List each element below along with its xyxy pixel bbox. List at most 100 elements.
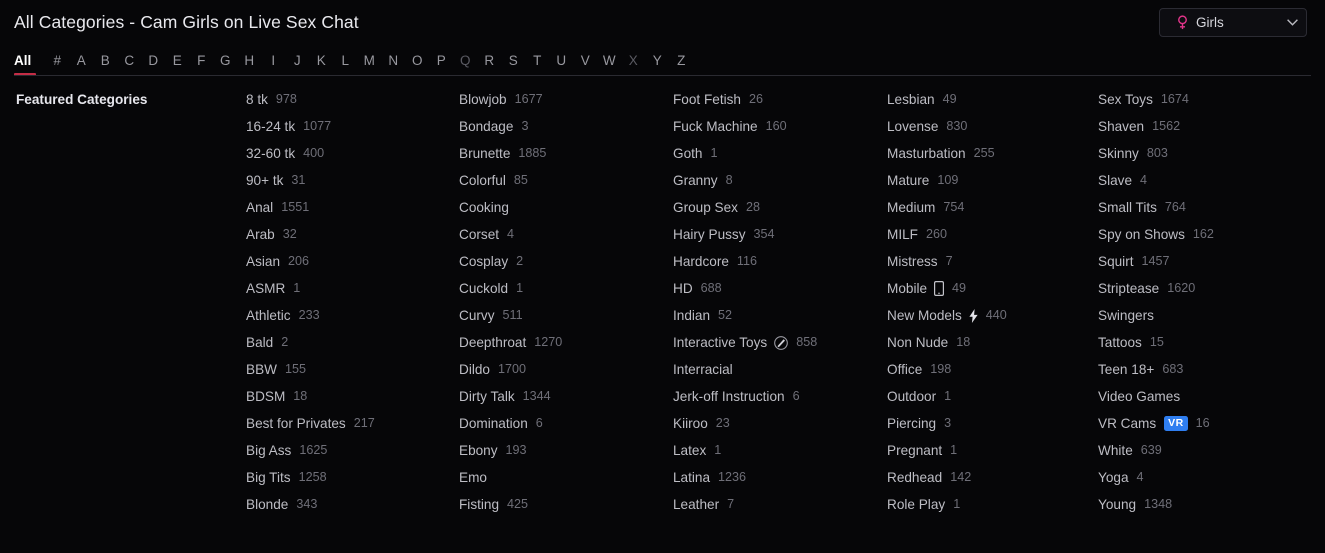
category-item[interactable]: Cuckold 1	[459, 275, 673, 302]
alphabet-nav-item-t[interactable]: T	[525, 51, 549, 71]
category-item[interactable]: Indian 52	[673, 302, 887, 329]
category-item[interactable]: Mobile 49	[887, 275, 1098, 302]
category-item[interactable]: Dildo 1700	[459, 356, 673, 383]
category-item[interactable]: Group Sex 28	[673, 194, 887, 221]
category-item[interactable]: Big Tits 1258	[246, 464, 459, 491]
category-item[interactable]: Sex Toys 1674	[1098, 86, 1311, 113]
category-item[interactable]: Piercing 3	[887, 410, 1098, 437]
category-item[interactable]: Hairy Pussy 354	[673, 221, 887, 248]
category-item[interactable]: White 639	[1098, 437, 1311, 464]
alphabet-nav-item-g[interactable]: G	[213, 51, 237, 71]
alphabet-nav-item-b[interactable]: B	[93, 51, 117, 71]
category-item[interactable]: Role Play 1	[887, 491, 1098, 518]
chevron-down-icon[interactable]	[1287, 18, 1298, 26]
category-item[interactable]: Tattoos 15	[1098, 329, 1311, 356]
category-item[interactable]: Bald 2	[246, 329, 459, 356]
alphabet-nav-item-v[interactable]: V	[573, 51, 597, 71]
category-item[interactable]: BDSM 18	[246, 383, 459, 410]
category-item[interactable]: Granny 8	[673, 167, 887, 194]
category-item[interactable]: Leather 7	[673, 491, 887, 518]
category-item[interactable]: Small Tits 764	[1098, 194, 1311, 221]
category-item[interactable]: Interactive Toys 858	[673, 329, 887, 356]
alphabet-nav-item-w[interactable]: W	[597, 51, 621, 71]
category-item[interactable]: Striptease 1620	[1098, 275, 1311, 302]
category-item[interactable]: Shaven 1562	[1098, 113, 1311, 140]
alphabet-nav-item-y[interactable]: Y	[645, 51, 669, 71]
category-item[interactable]: MILF 260	[887, 221, 1098, 248]
alphabet-nav-item-c[interactable]: C	[117, 51, 141, 71]
alphabet-nav-item-k[interactable]: K	[309, 51, 333, 71]
category-item[interactable]: 8 tk 978	[246, 86, 459, 113]
category-item[interactable]: Medium 754	[887, 194, 1098, 221]
category-item[interactable]: Swingers	[1098, 302, 1311, 329]
category-item[interactable]: Jerk-off Instruction 6	[673, 383, 887, 410]
category-item[interactable]: Anal 1551	[246, 194, 459, 221]
category-item[interactable]: HD 688	[673, 275, 887, 302]
alphabet-nav-item-n[interactable]: N	[381, 51, 405, 71]
category-item[interactable]: Yoga 4	[1098, 464, 1311, 491]
category-item[interactable]: Cooking	[459, 194, 673, 221]
alphabet-nav-item-o[interactable]: O	[405, 51, 429, 71]
category-item[interactable]: Ebony 193	[459, 437, 673, 464]
category-item[interactable]: VR Cams VR 16	[1098, 410, 1311, 437]
category-item[interactable]: Mistress 7	[887, 248, 1098, 275]
category-item[interactable]: 32-60 tk 400	[246, 140, 459, 167]
alphabet-nav-item-m[interactable]: M	[357, 51, 381, 71]
gender-select-dropdown[interactable]: Girls	[1159, 7, 1307, 37]
alphabet-nav-item-p[interactable]: P	[429, 51, 453, 71]
alphabet-nav-item-u[interactable]: U	[549, 51, 573, 71]
category-item[interactable]: Office 198	[887, 356, 1098, 383]
category-item[interactable]: Slave 4	[1098, 167, 1311, 194]
category-item[interactable]: BBW 155	[246, 356, 459, 383]
category-item[interactable]: Outdoor 1	[887, 383, 1098, 410]
category-item[interactable]: Squirt 1457	[1098, 248, 1311, 275]
category-item[interactable]: Masturbation 255	[887, 140, 1098, 167]
category-item[interactable]: Athletic 233	[246, 302, 459, 329]
category-item[interactable]: Video Games	[1098, 383, 1311, 410]
category-item[interactable]: Foot Fetish 26	[673, 86, 887, 113]
category-item[interactable]: 90+ tk 31	[246, 167, 459, 194]
category-item[interactable]: Domination 6	[459, 410, 673, 437]
category-item[interactable]: Redhead 142	[887, 464, 1098, 491]
category-item[interactable]: Non Nude 18	[887, 329, 1098, 356]
alphabet-nav-item-a[interactable]: A	[69, 51, 93, 71]
category-item[interactable]: Interracial	[673, 356, 887, 383]
category-item[interactable]: Deepthroat 1270	[459, 329, 673, 356]
category-item[interactable]: Fisting 425	[459, 491, 673, 518]
category-item[interactable]: Lesbian 49	[887, 86, 1098, 113]
category-item[interactable]: Bondage 3	[459, 113, 673, 140]
category-item[interactable]: Best for Privates 217	[246, 410, 459, 437]
category-item[interactable]: Kiiroo 23	[673, 410, 887, 437]
alphabet-nav-item-hash[interactable]: #	[45, 51, 69, 71]
category-item[interactable]: Dirty Talk 1344	[459, 383, 673, 410]
category-item[interactable]: Big Ass 1625	[246, 437, 459, 464]
category-item[interactable]: Asian 206	[246, 248, 459, 275]
alphabet-nav-item-h[interactable]: H	[237, 51, 261, 71]
category-item[interactable]: Pregnant 1	[887, 437, 1098, 464]
alphabet-nav-item-r[interactable]: R	[477, 51, 501, 71]
category-item[interactable]: Lovense 830	[887, 113, 1098, 140]
alphabet-nav-item-e[interactable]: E	[165, 51, 189, 71]
category-item[interactable]: Latex 1	[673, 437, 887, 464]
category-item[interactable]: Hardcore 116	[673, 248, 887, 275]
category-item[interactable]: New Models 440	[887, 302, 1098, 329]
alphabet-nav-item-i[interactable]: I	[261, 51, 285, 71]
category-item[interactable]: Goth 1	[673, 140, 887, 167]
category-item[interactable]: Latina 1236	[673, 464, 887, 491]
category-item[interactable]: Arab 32	[246, 221, 459, 248]
alphabet-nav-item-all[interactable]: All	[14, 51, 31, 71]
alphabet-nav-item-z[interactable]: Z	[669, 51, 693, 71]
category-item[interactable]: Blowjob 1677	[459, 86, 673, 113]
alphabet-nav-item-j[interactable]: J	[285, 51, 309, 71]
category-item[interactable]: Young 1348	[1098, 491, 1311, 518]
category-item[interactable]: Emo	[459, 464, 673, 491]
alphabet-nav-item-l[interactable]: L	[333, 51, 357, 71]
alphabet-nav-item-s[interactable]: S	[501, 51, 525, 71]
category-item[interactable]: Corset 4	[459, 221, 673, 248]
category-item[interactable]: Colorful 85	[459, 167, 673, 194]
category-item[interactable]: Teen 18+ 683	[1098, 356, 1311, 383]
category-item[interactable]: Mature 109	[887, 167, 1098, 194]
category-item[interactable]: Cosplay 2	[459, 248, 673, 275]
category-item[interactable]: ASMR 1	[246, 275, 459, 302]
alphabet-nav-item-q[interactable]: Q	[453, 51, 477, 71]
